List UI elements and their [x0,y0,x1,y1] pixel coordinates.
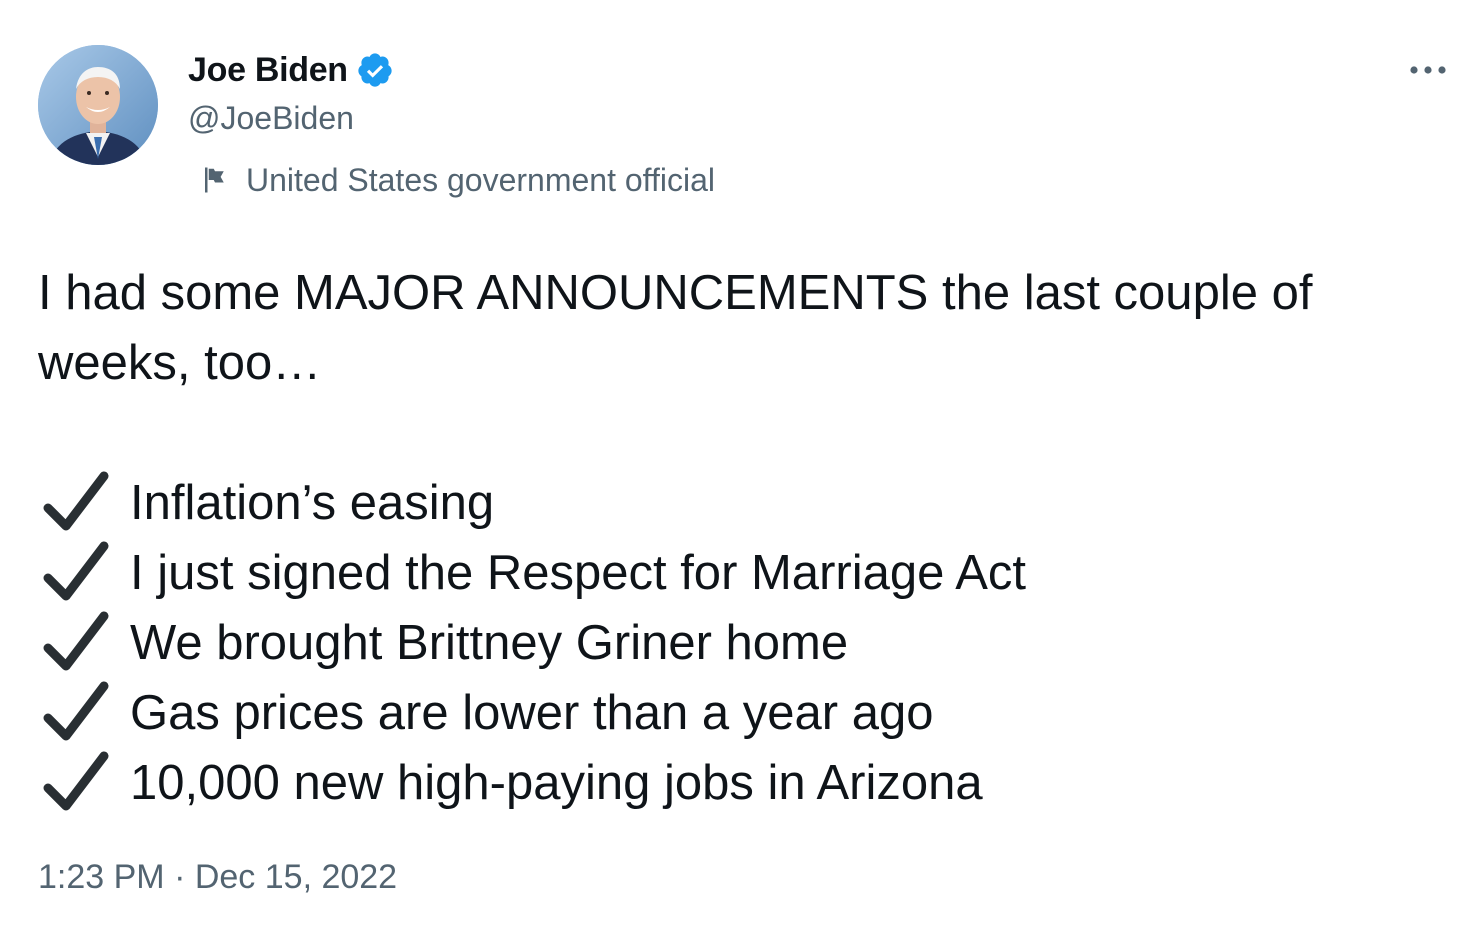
avatar[interactable] [38,45,158,165]
list-item-text: I just signed the Respect for Marriage A… [130,546,1027,600]
list-item: Gas prices are lower than a year ago [38,678,1458,748]
list-item-text: Inflation’s easing [130,476,495,530]
flag-icon [200,165,230,195]
list-item-text: Gas prices are lower than a year ago [130,686,934,740]
more-horizontal-icon [1410,66,1446,74]
list-item: I just signed the Respect for Marriage A… [38,538,1458,608]
author-name-row: Joe Biden [188,48,394,92]
announcement-list: Inflation’s easing I just signed the Res… [38,468,1458,818]
affiliation-label-text: United States government official [246,161,715,198]
heavy-check-mark-icon [40,748,110,818]
tweet-timestamp[interactable]: 1:23 PM · Dec 15, 2022 [38,858,397,897]
list-item: 10,000 new high-paying jobs in Arizona [38,748,1458,818]
list-item: We brought Brittney Griner home [38,608,1458,678]
affiliation-label: United States government official [200,160,715,200]
list-item-text: 10,000 new high-paying jobs in Arizona [130,756,983,810]
verified-badge-icon[interactable] [356,51,394,89]
tweet-intro: I had some MAJOR ANNOUNCEMENTS the last … [38,266,1313,390]
author-handle[interactable]: @JoeBiden [188,100,354,137]
heavy-check-mark-icon [40,678,110,748]
heavy-check-mark-icon [40,608,110,678]
author-name[interactable]: Joe Biden [188,51,348,90]
heavy-check-mark-icon [40,538,110,608]
list-item-text: We brought Brittney Griner home [130,616,849,670]
tweet-text: I had some MAJOR ANNOUNCEMENTS the last … [38,258,1458,818]
more-options-button[interactable] [1404,52,1452,88]
heavy-check-mark-icon [40,468,110,538]
avatar-image [38,45,158,165]
tweet: Joe Biden @JoeBiden United States govern… [0,0,1477,935]
list-item: Inflation’s easing [38,468,1458,538]
